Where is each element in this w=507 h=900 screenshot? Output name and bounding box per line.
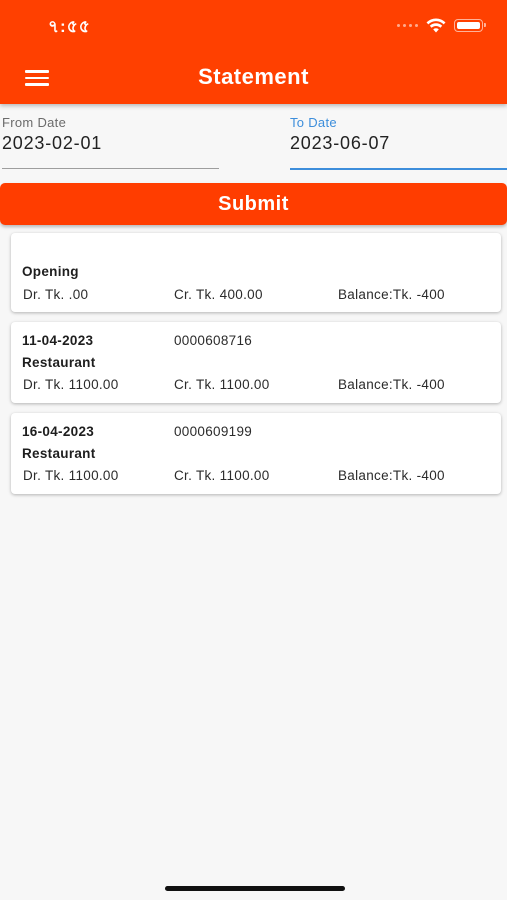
from-date-label: From Date (2, 115, 67, 130)
entry-description: Restaurant (22, 446, 96, 461)
to-date-label: To Date (290, 115, 337, 130)
app-bar: ৭:৫৫ Statement (0, 0, 507, 104)
signal-icon (397, 23, 418, 27)
entry-debit: Dr. Tk. 1100.00 (23, 377, 119, 392)
entry-description: Opening (22, 264, 79, 279)
entry-reference: 0000608716 (174, 333, 253, 348)
home-indicator[interactable] (165, 886, 345, 891)
entry-debit: Dr. Tk. .00 (23, 287, 89, 302)
wifi-icon (426, 17, 446, 32)
entry-credit: Cr. Tk. 400.00 (174, 287, 263, 302)
status-time: ৭:৫৫ (48, 17, 91, 36)
from-date-value[interactable]: 2023-02-01 (2, 133, 219, 154)
statement-card: 16-04-2023 0000609199 Restaurant Dr. Tk.… (11, 413, 501, 494)
status-icons (397, 17, 486, 33)
page-title: Statement (198, 64, 309, 89)
entry-balance: Balance:Tk. -400 (338, 287, 445, 302)
entry-balance: Balance:Tk. -400 (338, 468, 445, 483)
entry-credit: Cr. Tk. 1100.00 (174, 468, 270, 483)
entry-reference: 0000609199 (174, 424, 253, 439)
from-date-field[interactable]: From Date 2023-02-01 (2, 115, 219, 169)
statement-card-opening: Opening Dr. Tk. .00 Cr. Tk. 400.00 Balan… (11, 233, 501, 312)
entry-date: 16-04-2023 (22, 424, 95, 439)
statement-card: 11-04-2023 0000608716 Restaurant Dr. Tk.… (11, 322, 501, 403)
entry-credit: Cr. Tk. 1100.00 (174, 377, 270, 392)
entry-date: 11-04-2023 (22, 333, 94, 348)
entry-balance: Balance:Tk. -400 (338, 377, 445, 392)
submit-button[interactable]: Submit (0, 183, 507, 225)
battery-icon (454, 18, 486, 32)
to-date-value[interactable]: 2023-06-07 (290, 133, 507, 154)
to-date-field[interactable]: To Date 2023-06-07 (290, 115, 507, 170)
entry-debit: Dr. Tk. 1100.00 (23, 468, 119, 483)
entry-description: Restaurant (22, 355, 96, 370)
